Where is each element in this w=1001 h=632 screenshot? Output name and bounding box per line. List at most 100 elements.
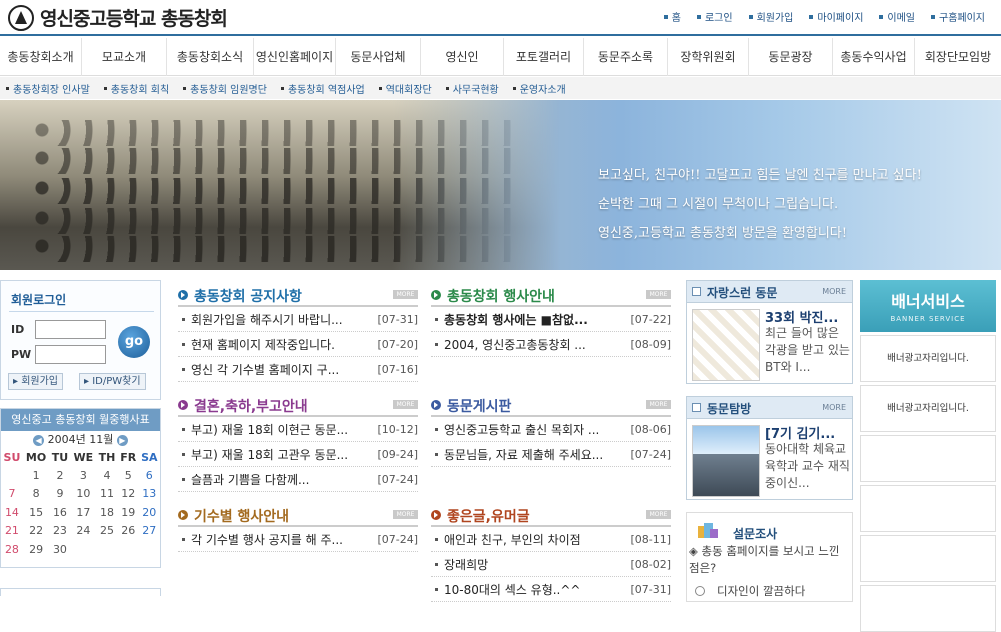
board-title[interactable]: 기수별 행사안내 (194, 506, 289, 526)
nav-item-10[interactable]: 총동수익사업 (833, 38, 915, 76)
nav-item-6[interactable]: 포토갤러리 (504, 38, 584, 76)
calendar-day[interactable]: 6 (139, 466, 160, 485)
nav-item-9[interactable]: 동문광장 (749, 38, 833, 76)
nav-item-5[interactable]: 영신인 (421, 38, 504, 76)
board-title[interactable]: 좋은글,유머글 (447, 506, 530, 526)
calendar-day[interactable]: 30 (49, 540, 70, 559)
banner-slot-0[interactable]: 배너광고자리입니다. (860, 335, 996, 382)
banner-slot-4[interactable] (860, 535, 996, 582)
board-item[interactable]: 동문님들, 자료 제출해 주세요... [07-24] (431, 442, 671, 467)
board-title[interactable]: 총동창회 공지사항 (194, 286, 302, 306)
board-item-title[interactable]: 슬픔과 기쁨을 다함께... (191, 471, 373, 488)
calendar-day[interactable]: 10 (71, 485, 97, 504)
calendar-day[interactable]: 28 (1, 540, 23, 559)
prev-month-icon[interactable]: ◀ (33, 434, 45, 446)
calendar-day[interactable]: 20 (139, 503, 160, 522)
board-item-title[interactable]: 애인과 친구, 부인의 차이점 (444, 531, 626, 548)
more-button[interactable]: MORE (393, 400, 418, 409)
join-button[interactable]: ▸ 회원가입 (8, 373, 64, 390)
board-item-title[interactable]: 장래희망 (444, 556, 626, 573)
proud-alumni-more[interactable]: MORE (822, 287, 846, 296)
board-item-title[interactable]: 영신 각 기수별 홈페이지 구... (191, 361, 373, 378)
board-item-title[interactable]: 현재 홈페이지 제작중입니다. (191, 336, 373, 353)
calendar-day[interactable]: 11 (96, 485, 118, 504)
calendar-day[interactable]: 5 (118, 466, 139, 485)
board-item-title[interactable]: 영신중고등학교 출신 목회자 ... (444, 421, 626, 438)
calendar-day[interactable]: 4 (96, 466, 118, 485)
calendar-day[interactable]: 15 (23, 503, 49, 522)
more-button[interactable]: MORE (393, 510, 418, 519)
board-item-title[interactable]: 부고) 재울 18회 이현근 동문... (191, 421, 373, 438)
proud-alumni-headline[interactable]: 33회 박진... (765, 307, 838, 326)
board-item[interactable]: 총동창회 행사에는 ■참없... [07-22] (431, 307, 671, 332)
calendar-day[interactable]: 7 (1, 485, 23, 504)
calendar-day[interactable]: 2 (49, 466, 70, 485)
board-item[interactable]: 영신 각 기수별 홈페이지 구... [07-16] (178, 357, 418, 382)
calendar-day[interactable]: 26 (118, 522, 139, 541)
calendar-day[interactable]: 17 (71, 503, 97, 522)
alumni-visit-thumbnail[interactable] (692, 425, 760, 497)
calendar-day[interactable]: 14 (1, 503, 23, 522)
calendar-day[interactable]: 16 (49, 503, 70, 522)
util-link-1[interactable]: 로그인 (689, 9, 741, 24)
board-item[interactable]: 슬픔과 기쁨을 다함께... [07-24] (178, 467, 418, 492)
banner-slot-1[interactable]: 배너광고자리입니다. (860, 385, 996, 432)
board-item[interactable]: 회원가입을 해주시기 바랍니... [07-31] (178, 307, 418, 332)
calendar-day[interactable]: 27 (139, 522, 160, 541)
nav-item-7[interactable]: 동문주소록 (584, 38, 668, 76)
calendar-day[interactable]: 13 (139, 485, 160, 504)
util-link-3[interactable]: 마이페이지 (801, 9, 871, 24)
calendar-day[interactable]: 9 (49, 485, 70, 504)
banner-slot-5[interactable] (860, 585, 996, 632)
site-logo[interactable]: 영신중고등학교 총동창회 (8, 4, 228, 31)
nav-item-11[interactable]: 회장단모임방 (915, 38, 1001, 76)
more-button[interactable]: MORE (393, 290, 418, 299)
subnav-item-2[interactable]: 총동창회 임원명단 (183, 81, 267, 96)
subnav-item-1[interactable]: 총동창회 회칙 (103, 81, 169, 96)
more-button[interactable]: MORE (646, 400, 671, 409)
nav-item-1[interactable]: 모교소개 (82, 38, 167, 76)
board-item[interactable]: 애인과 친구, 부인의 차이점 [08-11] (431, 527, 671, 552)
board-item-title[interactable]: 회원가입을 해주시기 바랍니... (191, 311, 373, 328)
util-link-0[interactable]: 홈 (656, 9, 689, 24)
calendar-day[interactable]: 29 (23, 540, 49, 559)
calendar-day[interactable]: 19 (118, 503, 139, 522)
more-button[interactable]: MORE (646, 290, 671, 299)
next-month-icon[interactable]: ▶ (116, 434, 128, 446)
board-item-title[interactable]: 동문님들, 자료 제출해 주세요... (444, 446, 626, 463)
subnav-item-6[interactable]: 운영자소개 (512, 81, 566, 96)
calendar-day[interactable]: 22 (23, 522, 49, 541)
calendar-day[interactable]: 24 (71, 522, 97, 541)
board-item-title[interactable]: 각 기수별 행사 공지를 해 주... (191, 531, 373, 548)
board-item[interactable]: 장래희망 [08-02] (431, 552, 671, 577)
banner-slot-3[interactable] (860, 485, 996, 532)
board-title[interactable]: 동문게시판 (447, 396, 511, 416)
board-item-title[interactable]: 10-80대의 섹스 유형..^^ (444, 581, 626, 598)
calendar-day[interactable]: 8 (23, 485, 49, 504)
board-item[interactable]: 현재 홈페이지 제작중입니다. [07-20] (178, 332, 418, 357)
find-idpw-button[interactable]: ▸ ID/PW찾기 (79, 373, 146, 390)
calendar-day[interactable]: 3 (71, 466, 97, 485)
pw-input[interactable] (35, 345, 106, 364)
board-item[interactable]: 2004, 영신중고총동창회 ... [08-09] (431, 332, 671, 357)
util-link-2[interactable]: 회원가입 (741, 9, 802, 24)
proud-alumni-thumbnail[interactable] (692, 309, 760, 381)
subnav-item-0[interactable]: 총동창회장 인사말 (6, 81, 90, 96)
util-link-4[interactable]: 이메일 (871, 9, 923, 24)
board-title[interactable]: 결혼,축하,부고안내 (194, 396, 308, 416)
survey-option[interactable]: 디자인이 깔끔하다 (695, 583, 805, 599)
board-title[interactable]: 총동창회 행사안내 (447, 286, 555, 306)
subnav-item-3[interactable]: 총동창회 역점사업 (280, 81, 365, 96)
calendar-day[interactable]: 25 (96, 522, 118, 541)
subnav-item-5[interactable]: 사무국현황 (445, 81, 499, 96)
nav-item-3[interactable]: 영신인홈페이지 (254, 38, 336, 76)
login-go-button[interactable]: go (118, 326, 150, 358)
board-item-title[interactable]: 총동창회 행사에는 ■참없... (444, 311, 626, 328)
more-button[interactable]: MORE (646, 510, 671, 519)
board-item[interactable]: 10-80대의 섹스 유형..^^ [07-31] (431, 577, 671, 602)
calendar-day[interactable]: 21 (1, 522, 23, 541)
board-item-title[interactable]: 부고) 재울 18회 고관우 동문... (191, 446, 373, 463)
board-item[interactable]: 각 기수별 행사 공지를 해 주... [07-24] (178, 527, 418, 552)
board-item[interactable]: 영신중고등학교 출신 목회자 ... [08-06] (431, 417, 671, 442)
calendar-day[interactable]: 1 (23, 466, 49, 485)
